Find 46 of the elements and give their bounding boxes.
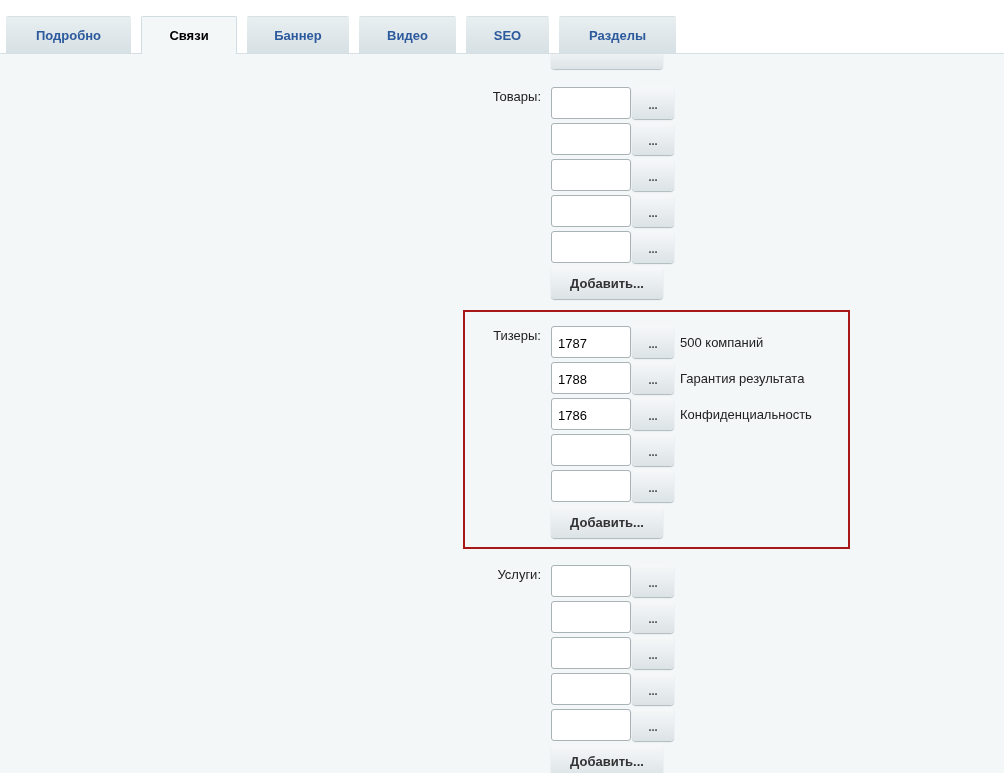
- input-field[interactable]: [551, 673, 631, 705]
- add-button[interactable]: Добавить...: [551, 267, 663, 299]
- input-field[interactable]: [551, 637, 631, 669]
- tab[interactable]: Связи: [141, 16, 237, 54]
- field-label: Услуги:: [496, 566, 542, 584]
- field-label: Товары:: [491, 88, 542, 106]
- field-label: Тизеры:: [492, 327, 542, 345]
- browse-button[interactable]: ...: [632, 637, 674, 669]
- item-caption: Гарантия результата: [680, 370, 805, 386]
- item-caption: Конфиденциальность: [680, 406, 812, 422]
- add-button[interactable]: Добавить...: [551, 506, 663, 538]
- browse-button[interactable]: ...: [632, 470, 674, 502]
- tab[interactable]: Видео: [359, 16, 456, 53]
- browse-button[interactable]: ...: [632, 326, 674, 358]
- add-button[interactable]: Добавить...: [551, 745, 663, 773]
- browse-button[interactable]: ...: [632, 159, 674, 191]
- browse-button[interactable]: ...: [632, 87, 674, 119]
- input-field[interactable]: [551, 87, 631, 119]
- input-field[interactable]: 1788: [551, 362, 631, 394]
- input-field[interactable]: 1786: [551, 398, 631, 430]
- button-edge[interactable]: [551, 54, 663, 69]
- item-caption: 500 компаний: [680, 334, 764, 350]
- browse-button[interactable]: ...: [632, 673, 674, 705]
- tab[interactable]: Разделы: [559, 16, 676, 53]
- tab[interactable]: Баннер: [247, 16, 349, 53]
- tab[interactable]: Подробно: [6, 16, 131, 53]
- input-field[interactable]: [551, 159, 631, 191]
- browse-button[interactable]: ...: [632, 709, 674, 741]
- input-field[interactable]: [551, 231, 631, 263]
- input-field[interactable]: [551, 434, 631, 466]
- browse-button[interactable]: ...: [632, 231, 674, 263]
- input-field[interactable]: [551, 123, 631, 155]
- browse-button[interactable]: ...: [632, 362, 674, 394]
- input-field[interactable]: [551, 709, 631, 741]
- input-field[interactable]: [551, 195, 631, 227]
- browse-button[interactable]: ...: [632, 434, 674, 466]
- input-field[interactable]: [551, 601, 631, 633]
- browse-button[interactable]: ...: [632, 398, 674, 430]
- tab[interactable]: SEO: [466, 16, 549, 53]
- input-field[interactable]: 1787: [551, 326, 631, 358]
- browse-button[interactable]: ...: [632, 123, 674, 155]
- input-field[interactable]: [551, 470, 631, 502]
- browse-button[interactable]: ...: [632, 601, 674, 633]
- input-field[interactable]: [551, 565, 631, 597]
- browse-button[interactable]: ...: [632, 195, 674, 227]
- browse-button[interactable]: ...: [632, 565, 674, 597]
